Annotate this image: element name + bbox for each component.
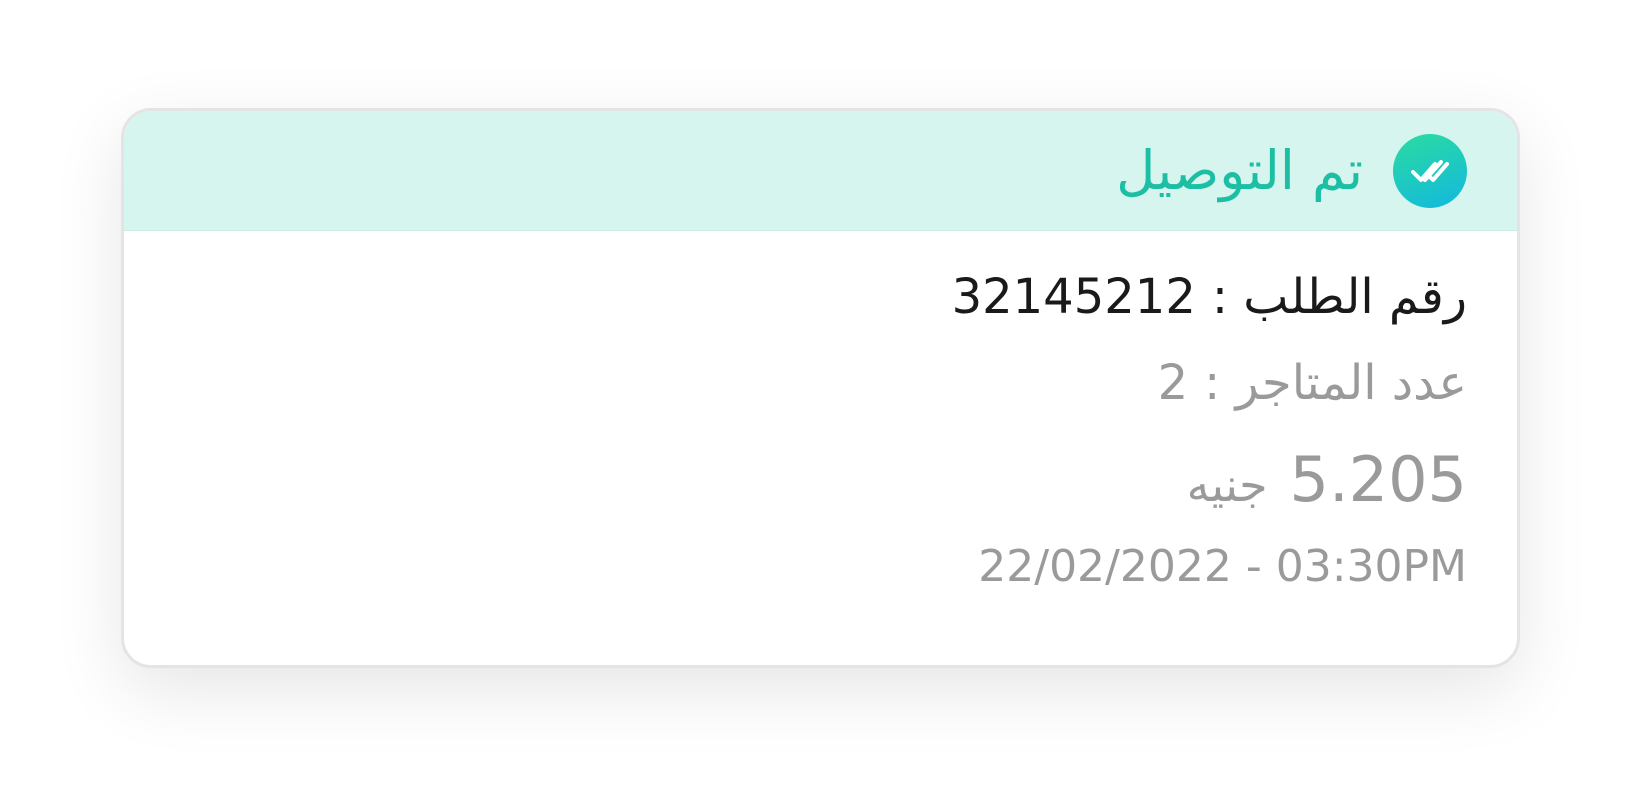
order-number-label: رقم الطلب : <box>1211 269 1467 325</box>
order-status-header: تم التوصيل <box>124 111 1517 231</box>
order-price-currency: جنيه <box>1186 458 1268 512</box>
order-price-row: 5.205 جنيه <box>124 443 1467 541</box>
order-number-value: 32145212 <box>951 269 1196 325</box>
order-status-label: تم التوصيل <box>1116 138 1363 202</box>
stores-count-label: عدد المتاجر : <box>1204 355 1467 411</box>
double-check-icon <box>1393 133 1467 208</box>
order-card[interactable]: تم التوصيل رقم الطلب : 32145212 عدد المت… <box>121 108 1520 668</box>
stores-count-row: عدد المتاجر : 2 <box>124 355 1467 443</box>
order-number-row: رقم الطلب : 32145212 <box>124 269 1467 355</box>
order-price-value: 5.205 <box>1289 443 1468 516</box>
order-datetime: 22/02/2022 - 03:30PM <box>978 541 1467 592</box>
order-details: رقم الطلب : 32145212 عدد المتاجر : 2 5.2… <box>124 231 1517 592</box>
stores-count-value: 2 <box>1157 355 1189 411</box>
